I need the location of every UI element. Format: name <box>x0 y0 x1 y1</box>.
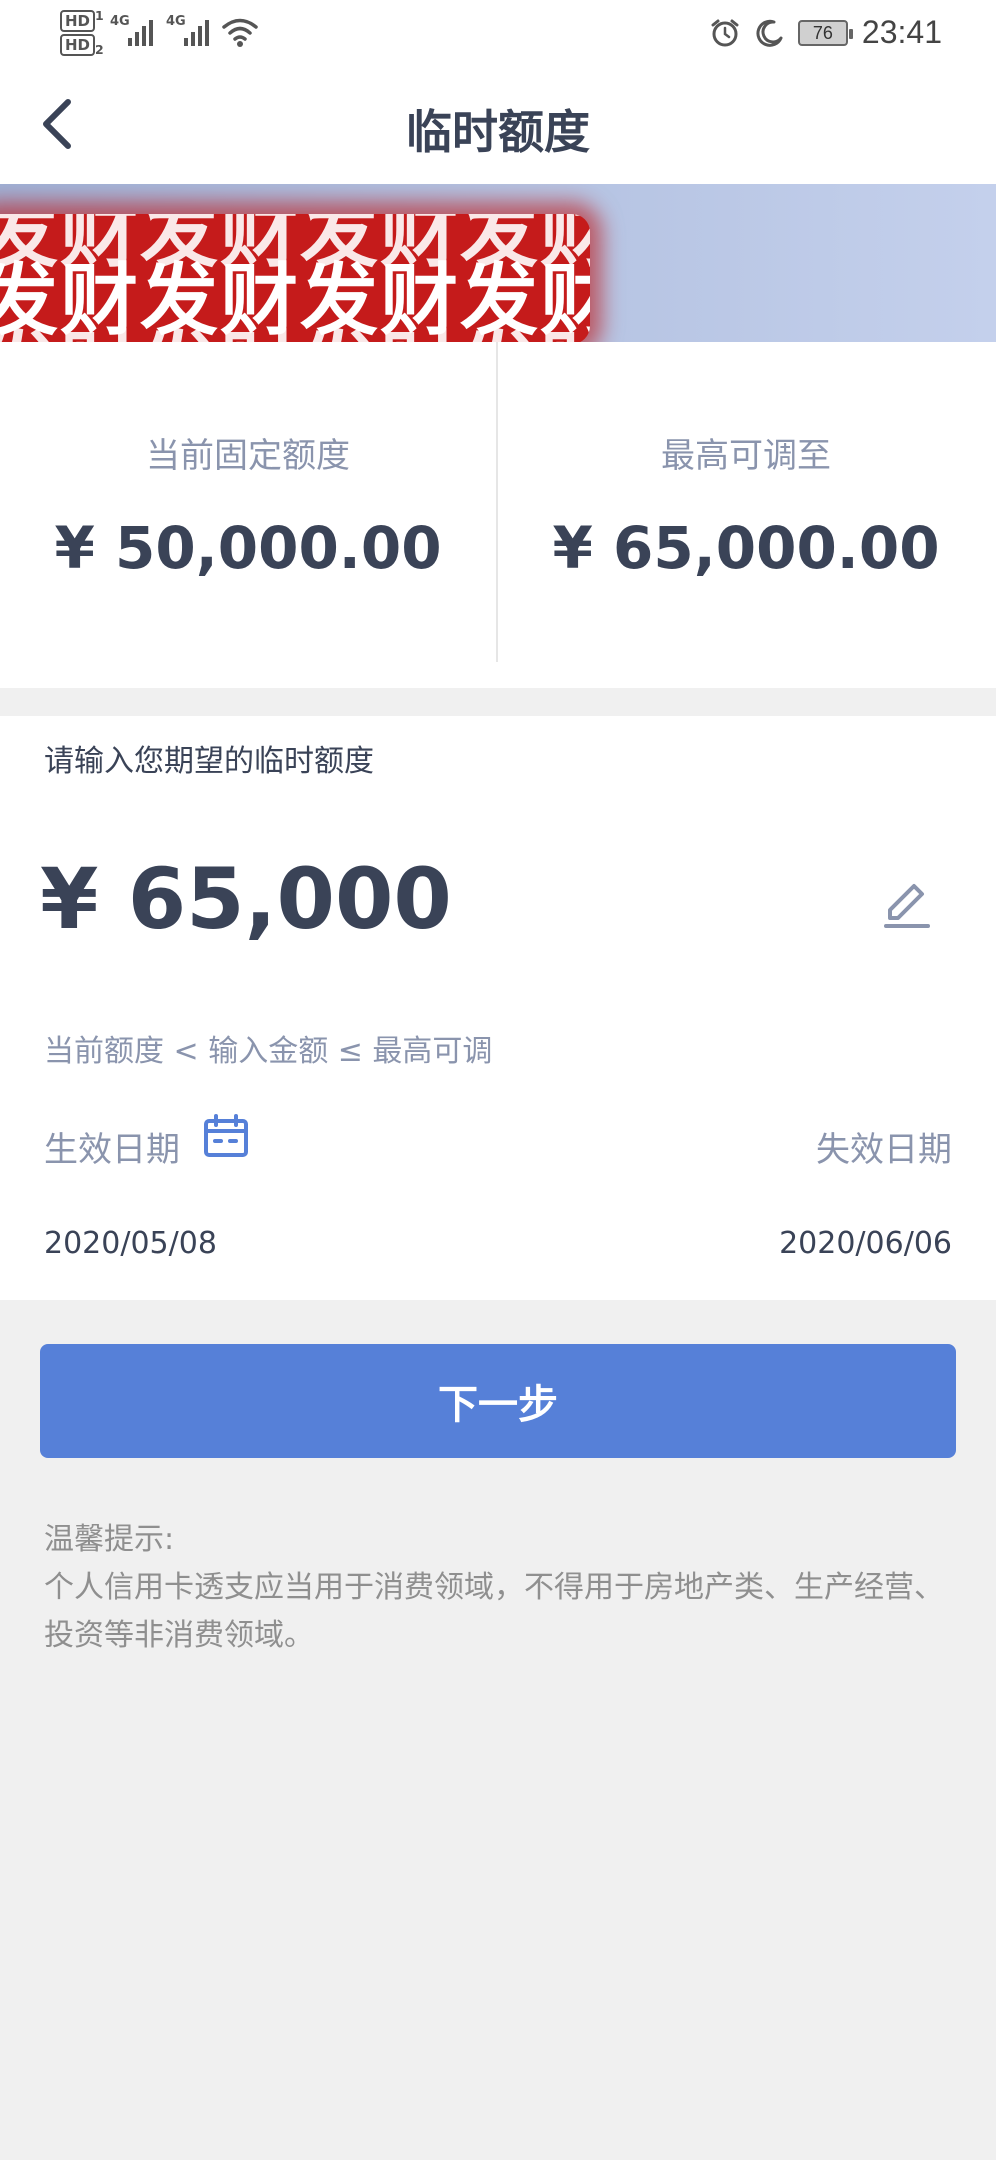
hd-indicator-1: HD 1 <box>60 8 104 32</box>
hd-label: HD <box>60 10 96 32</box>
alarm-icon <box>711 19 739 46</box>
sticker-text: 发财发财发财发财 <box>0 306 590 342</box>
banner: 发财发财发财发财 发财发财发财发财 发财发财发财发财 <box>0 184 996 342</box>
tips-body: 个人信用卡透支应当用于消费领域，不得用于房地产类、生产经营、投资等非消费领域。 <box>44 1570 944 1653</box>
hd-label: HD <box>60 34 96 56</box>
input-card: 请输入您期望的临时额度 ¥ 65,000 当前额度 < 输入金额 ≤ 最高可调 … <box>0 716 996 1300</box>
next-button[interactable]: 下一步 <box>40 1344 956 1458</box>
signal-icon <box>128 20 153 46</box>
max-limit-amount: ¥ 65,000.00 <box>552 514 940 582</box>
sim-number: 2 <box>95 42 104 57</box>
tips-title: 温馨提示: <box>44 1522 175 1557</box>
calendar-icon[interactable] <box>202 1112 250 1160</box>
current-limit-amount: ¥ 50,000.00 <box>54 514 442 582</box>
battery-icon: 76 <box>797 19 853 46</box>
expiry-date-value: 2020/06/06 <box>779 1226 952 1261</box>
network-type-1: 4G <box>110 14 130 29</box>
effective-date-label: 生效日期 <box>44 1130 180 1170</box>
signal-icon <box>184 20 209 46</box>
hd-indicator-2: HD 2 <box>60 34 104 57</box>
network-type-2: 4G <box>166 14 186 29</box>
amount-prompt: 请输入您期望的临时额度 <box>44 744 374 779</box>
clock: 23:41 <box>861 14 942 50</box>
page-title: 临时额度 <box>406 105 590 159</box>
moon-icon <box>756 19 783 47</box>
amount-rule: 当前额度 < 输入金额 ≤ 最高可调 <box>44 1034 493 1069</box>
pencil-icon[interactable] <box>878 872 936 930</box>
limits-card: 当前固定额度 ¥ 50,000.00 最高可调至 ¥ 65,000.00 <box>0 342 996 688</box>
status-right: 76 23:41 <box>710 14 942 51</box>
sim-number: 1 <box>95 8 104 23</box>
effective-date-value[interactable]: 2020/05/08 <box>44 1226 217 1261</box>
wifi-icon <box>222 18 258 47</box>
expiry-date-label: 失效日期 <box>816 1130 952 1170</box>
sticker-overlay: 发财发财发财发财 发财发财发财发财 发财发财发财发财 <box>0 214 590 342</box>
page: HD 1 HD 2 4G 4G 76 23:41 临时额度 发财发财发财发财 发… <box>0 0 996 2160</box>
max-limit-label: 最高可调至 <box>661 436 831 476</box>
battery-level: 76 <box>812 22 833 43</box>
current-limit-label: 当前固定额度 <box>146 436 350 476</box>
divider <box>496 342 498 662</box>
amount-input[interactable]: ¥ 65,000 <box>40 850 452 948</box>
tips: 温馨提示: 个人信用卡透支应当用于消费领域，不得用于房地产类、生产经营、投资等非… <box>44 1516 956 1660</box>
status-bar: HD 1 HD 2 4G 4G 76 23:41 <box>0 0 996 70</box>
nav-bar: 临时额度 <box>0 70 996 184</box>
